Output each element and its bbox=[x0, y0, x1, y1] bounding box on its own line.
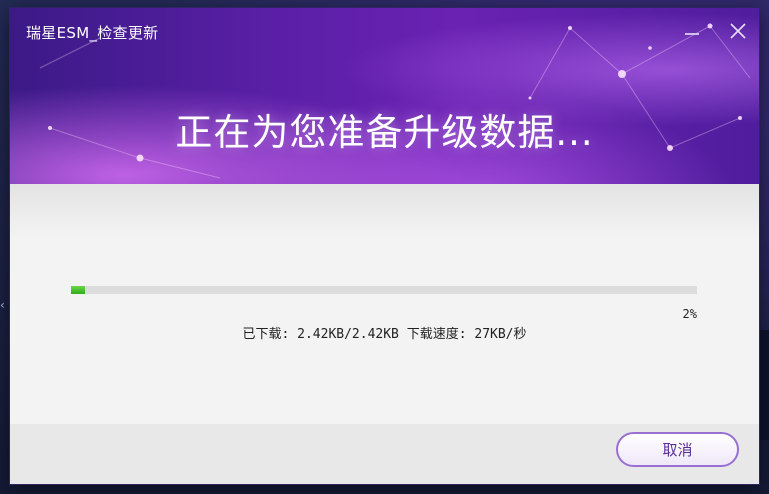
minimize-button[interactable] bbox=[678, 18, 706, 44]
speed-label: 下载速度: bbox=[406, 327, 467, 342]
close-icon bbox=[730, 23, 746, 39]
close-button[interactable] bbox=[724, 18, 752, 44]
update-dialog: 瑞星ESM_检查更新 正在为您准备升级数据... 2% 已下载: 2.42KB/… bbox=[10, 8, 759, 484]
dialog-content: 2% 已下载: 2.42KB/2.42KB 下载速度: 27KB/秒 bbox=[10, 184, 759, 424]
dialog-footer: 取消 bbox=[10, 424, 759, 484]
download-status: 已下载: 2.42KB/2.42KB 下载速度: 27KB/秒 bbox=[10, 323, 759, 342]
progress-bar bbox=[71, 286, 697, 294]
speed-value: 27KB/秒 bbox=[474, 327, 527, 342]
headline: 正在为您准备升级数据... bbox=[175, 111, 594, 154]
downloaded-label: 已下载: bbox=[242, 327, 290, 342]
background-edge-mark: ‹ bbox=[0, 298, 5, 312]
progress-bar-fill bbox=[71, 286, 85, 294]
progress-percent: 2% bbox=[682, 307, 697, 321]
window-title: 瑞星ESM_检查更新 bbox=[26, 24, 159, 42]
downloaded-value: 2.42KB/2.42KB bbox=[297, 327, 399, 342]
minimize-icon bbox=[685, 33, 699, 35]
cancel-button[interactable]: 取消 bbox=[616, 432, 739, 467]
dialog-header: 瑞星ESM_检查更新 正在为您准备升级数据... bbox=[10, 8, 759, 184]
